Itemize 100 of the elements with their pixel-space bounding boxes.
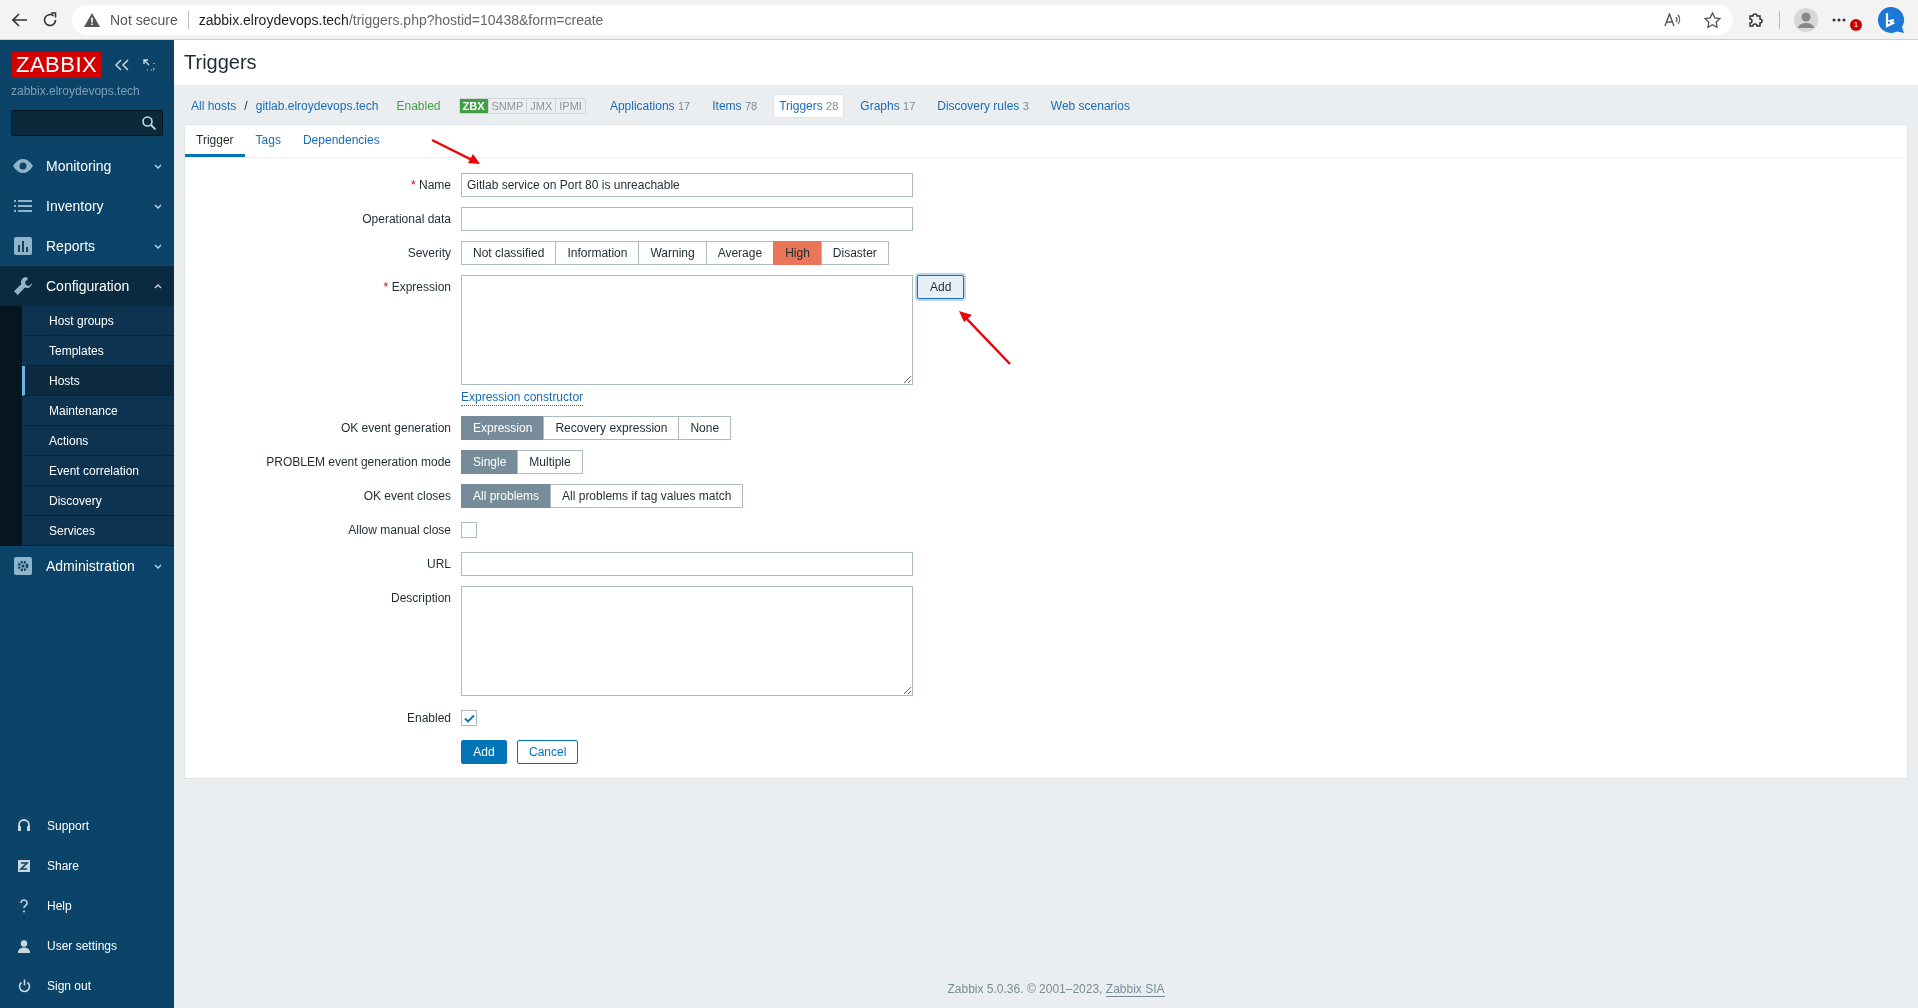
menu-item[interactable]: Administration: [0, 546, 174, 586]
profile-avatar-icon[interactable]: [1794, 7, 1818, 32]
submenu-item[interactable]: Templates: [22, 336, 174, 366]
form-tab[interactable]: Dependencies: [291, 125, 391, 157]
severity-option[interactable]: High: [773, 241, 822, 265]
form-tab[interactable]: Tags: [244, 125, 292, 157]
question-mark-icon: [19, 899, 29, 913]
more-icon[interactable]: [1832, 17, 1846, 22]
reload-icon[interactable]: [42, 11, 58, 28]
power-icon: [17, 979, 31, 993]
host-nav-link[interactable]: Discovery rules 3: [931, 94, 1035, 118]
zabbix-logo[interactable]: ZABBIX: [12, 52, 102, 78]
headset-icon: [18, 819, 30, 833]
severity-option[interactable]: Not classified: [461, 241, 557, 265]
submenu-item[interactable]: Services: [22, 516, 174, 546]
field-label: OK event generation: [340, 421, 451, 435]
breadcrumb-separator: /: [244, 99, 248, 113]
chevron-down-icon: [154, 563, 162, 569]
radio-option[interactable]: All problems if tag values match: [550, 484, 744, 508]
star-icon[interactable]: [1704, 11, 1721, 28]
user-icon: [18, 939, 30, 953]
submenu-item[interactable]: Discovery: [22, 486, 174, 516]
text-field[interactable]: Gitlab service on Port 80 is unreachable: [461, 173, 913, 197]
description-field[interactable]: [461, 586, 913, 696]
field-label: OK event closes: [363, 489, 451, 503]
breadcrumb-link[interactable]: All hosts: [191, 99, 237, 113]
footer-text: Zabbix 5.0.36. © 2001–2023, Zabbix SIA: [947, 982, 1165, 997]
wrench-icon: [13, 276, 33, 296]
add-expression-button[interactable]: Add: [917, 275, 965, 299]
sidebar-link[interactable]: Sign out: [0, 966, 174, 1006]
radio-option[interactable]: Recovery expression: [543, 416, 680, 440]
menu-item[interactable]: Configuration: [0, 266, 174, 306]
expression-field[interactable]: [461, 275, 913, 385]
collapse-icon[interactable]: [115, 59, 130, 71]
menu-item[interactable]: Reports: [0, 226, 174, 266]
submenu-item[interactable]: Event correlation: [22, 456, 174, 486]
availability-tag: JMX: [527, 99, 557, 113]
url-text: zabbix.elroydevops.tech/triggers.php?hostid=10438&form=create: [198, 11, 604, 28]
gear-icon: [14, 557, 32, 575]
field-label: Description: [390, 591, 451, 605]
breadcrumb-link[interactable]: gitlab.elroydevops.tech: [255, 99, 379, 113]
text-field[interactable]: [461, 207, 913, 231]
field-label: Allow manual close: [348, 523, 451, 537]
z-logo-icon: [18, 860, 30, 872]
chevron-down-icon: [154, 243, 162, 249]
annotation-arrow: [956, 308, 1012, 366]
radio-option[interactable]: None: [678, 416, 732, 440]
severity-option[interactable]: Warning: [638, 241, 707, 265]
address-bar[interactable]: Not secure zabbix.elroydevops.tech/triggers.php?hostid=10438&form=create: [72, 4, 1733, 35]
radio-option[interactable]: Multiple: [517, 450, 583, 474]
severity-option[interactable]: Average: [705, 241, 775, 265]
list-icon: [14, 199, 32, 213]
add-button[interactable]: Add: [461, 740, 507, 764]
text-field[interactable]: [461, 552, 913, 576]
sidebar-link[interactable]: Support: [0, 806, 174, 846]
severity-option[interactable]: Disaster: [820, 241, 889, 265]
menu-item[interactable]: Monitoring: [0, 146, 174, 186]
read-aloud-icon[interactable]: [1664, 12, 1682, 27]
submenu-item[interactable]: Actions: [22, 426, 174, 456]
field-label: Operational data: [362, 212, 451, 226]
sidebar-link[interactable]: Share: [0, 846, 174, 886]
sidebar-link[interactable]: User settings: [0, 926, 174, 966]
field-label: Name: [419, 178, 451, 192]
field-label: PROBLEM event generation mode: [266, 455, 451, 469]
chevron-up-icon: [154, 283, 162, 289]
availability-tag: SNMP: [488, 99, 528, 113]
required-asterisk: *: [410, 178, 416, 192]
submenu-item[interactable]: Maintenance: [22, 396, 174, 426]
expand-icon[interactable]: [143, 59, 156, 71]
chevron-down-icon: [154, 203, 162, 209]
cancel-button[interactable]: Cancel: [517, 740, 579, 764]
bar-chart-icon: [14, 237, 32, 255]
field-label: URL: [427, 557, 451, 571]
sidebar-link[interactable]: Help: [0, 886, 174, 926]
checkbox[interactable]: [461, 710, 477, 726]
field-label: Enabled: [406, 711, 451, 725]
field-label: Severity: [407, 246, 451, 260]
host-nav-link[interactable]: Applications 17: [603, 94, 697, 118]
checkbox[interactable]: [461, 522, 477, 538]
host-nav-link[interactable]: Triggers 28: [773, 94, 845, 118]
puzzle-icon[interactable]: [1747, 10, 1765, 29]
host-nav-link[interactable]: Items 78: [706, 94, 764, 118]
submenu-item[interactable]: Hosts: [22, 366, 174, 396]
menu-item[interactable]: Inventory: [0, 186, 174, 226]
security-label: Not secure: [110, 11, 178, 28]
severity-option[interactable]: Information: [555, 241, 640, 265]
back-arrow-icon[interactable]: [12, 12, 28, 27]
submenu-item[interactable]: Host groups: [22, 306, 174, 336]
host-nav-link[interactable]: Web scenarios: [1044, 94, 1136, 118]
search-field[interactable]: [11, 110, 163, 136]
host-nav-link[interactable]: Graphs 17: [854, 94, 922, 118]
eye-icon: [12, 159, 34, 173]
availability-tag: ZBX: [459, 99, 489, 113]
search-icon: [142, 116, 156, 130]
expression-constructor-link[interactable]: Expression constructor: [461, 389, 584, 406]
chevron-down-icon: [154, 163, 162, 169]
form-tab[interactable]: Trigger: [185, 125, 245, 157]
page-title: Triggers: [184, 51, 257, 74]
availability-tag: IPMI: [556, 99, 585, 113]
chat-bubble-icon[interactable]: [1876, 4, 1906, 35]
